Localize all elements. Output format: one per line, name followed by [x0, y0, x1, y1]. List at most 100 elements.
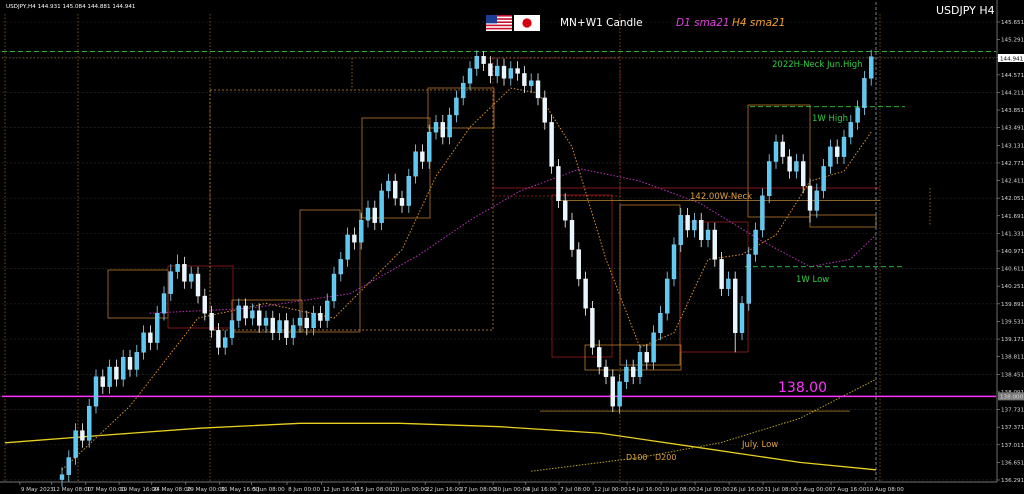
candle[interactable] [508, 68, 513, 79]
candle[interactable] [93, 376, 99, 407]
candle[interactable] [148, 332, 153, 343]
candle[interactable] [712, 229, 717, 260]
candle[interactable] [386, 180, 391, 192]
candle[interactable] [869, 56, 874, 79]
candle[interactable] [699, 220, 704, 240]
candle[interactable] [365, 207, 371, 221]
candle[interactable] [263, 317, 269, 326]
candle[interactable] [529, 80, 534, 86]
candle[interactable] [433, 122, 439, 133]
candle[interactable] [665, 278, 670, 314]
candle[interactable] [243, 305, 248, 319]
candle[interactable] [563, 200, 568, 221]
candle[interactable] [848, 122, 853, 138]
candle[interactable] [304, 317, 309, 329]
candle[interactable] [481, 56, 486, 64]
candle[interactable] [835, 146, 840, 157]
candle[interactable] [161, 293, 167, 314]
candle[interactable] [134, 352, 140, 370]
candle[interactable] [100, 376, 106, 387]
candle[interactable] [556, 166, 561, 201]
candle[interactable] [379, 190, 384, 223]
candle[interactable] [692, 220, 697, 231]
candle[interactable] [311, 312, 316, 329]
candle[interactable] [644, 352, 649, 363]
candle[interactable] [488, 63, 493, 77]
candle[interactable] [658, 312, 663, 333]
candle[interactable] [841, 136, 847, 157]
candle[interactable] [73, 430, 78, 458]
candle[interactable] [787, 156, 792, 172]
candle[interactable] [250, 310, 255, 319]
candle[interactable] [216, 330, 221, 348]
candle[interactable] [821, 166, 826, 192]
candle[interactable] [222, 337, 228, 348]
candle[interactable] [678, 215, 683, 245]
candle[interactable] [154, 312, 160, 343]
candle[interactable] [440, 122, 445, 138]
candle[interactable] [467, 68, 473, 84]
candle[interactable] [685, 215, 690, 231]
candle[interactable] [597, 347, 602, 368]
candle[interactable] [631, 366, 636, 377]
candle[interactable] [617, 381, 622, 407]
candle[interactable] [447, 114, 452, 138]
candle[interactable] [603, 366, 609, 377]
candle[interactable] [372, 207, 377, 223]
candle[interactable] [719, 259, 724, 289]
candle[interactable] [236, 305, 242, 321]
candle[interactable] [114, 366, 119, 380]
candle[interactable] [66, 457, 72, 475]
candle[interactable] [773, 141, 779, 162]
candle[interactable] [352, 234, 357, 243]
candle[interactable] [637, 352, 643, 377]
candle[interactable] [120, 357, 126, 380]
candle[interactable] [590, 308, 595, 348]
candle[interactable] [182, 264, 187, 282]
candle[interactable] [229, 320, 235, 338]
candle[interactable] [855, 107, 860, 123]
candle[interactable] [325, 300, 330, 321]
candle[interactable] [569, 220, 575, 250]
candle[interactable] [454, 97, 459, 116]
candle[interactable] [535, 80, 541, 99]
candle[interactable] [175, 264, 180, 272]
candle[interactable] [406, 175, 411, 206]
candle[interactable] [624, 366, 629, 382]
candle[interactable] [80, 430, 85, 441]
price-chart[interactable]: 2022H-Neck Jun.High 1W High 142.00W-Neck 1W… [0, 0, 1024, 494]
candle[interactable] [427, 131, 432, 162]
candle[interactable] [338, 259, 343, 275]
candle[interactable] [780, 141, 785, 157]
candle[interactable] [202, 295, 208, 314]
candle[interactable] [794, 161, 799, 172]
candle[interactable] [257, 310, 262, 326]
candle[interactable] [814, 190, 819, 211]
candle[interactable] [277, 320, 282, 333]
candle[interactable] [399, 197, 405, 206]
candle[interactable] [318, 312, 323, 321]
candle[interactable] [515, 68, 520, 74]
candle[interactable] [671, 244, 677, 280]
candle[interactable] [474, 56, 479, 69]
candle[interactable] [801, 161, 806, 187]
candle[interactable] [549, 122, 554, 167]
candle[interactable] [86, 405, 92, 441]
candle[interactable] [107, 366, 112, 387]
candle[interactable] [522, 73, 527, 86]
candle[interactable] [610, 376, 615, 407]
candle[interactable] [542, 97, 547, 123]
candle[interactable] [862, 78, 867, 108]
candle[interactable] [733, 278, 738, 333]
candle[interactable] [807, 185, 813, 211]
candle[interactable] [753, 229, 758, 255]
candle[interactable] [291, 325, 296, 338]
candle[interactable] [705, 229, 711, 240]
candle[interactable] [331, 273, 337, 302]
candle[interactable] [195, 273, 201, 297]
candle[interactable] [651, 332, 656, 363]
candle[interactable] [501, 65, 507, 79]
candle[interactable] [739, 303, 745, 333]
candle[interactable] [828, 146, 833, 167]
candle[interactable] [168, 271, 174, 294]
